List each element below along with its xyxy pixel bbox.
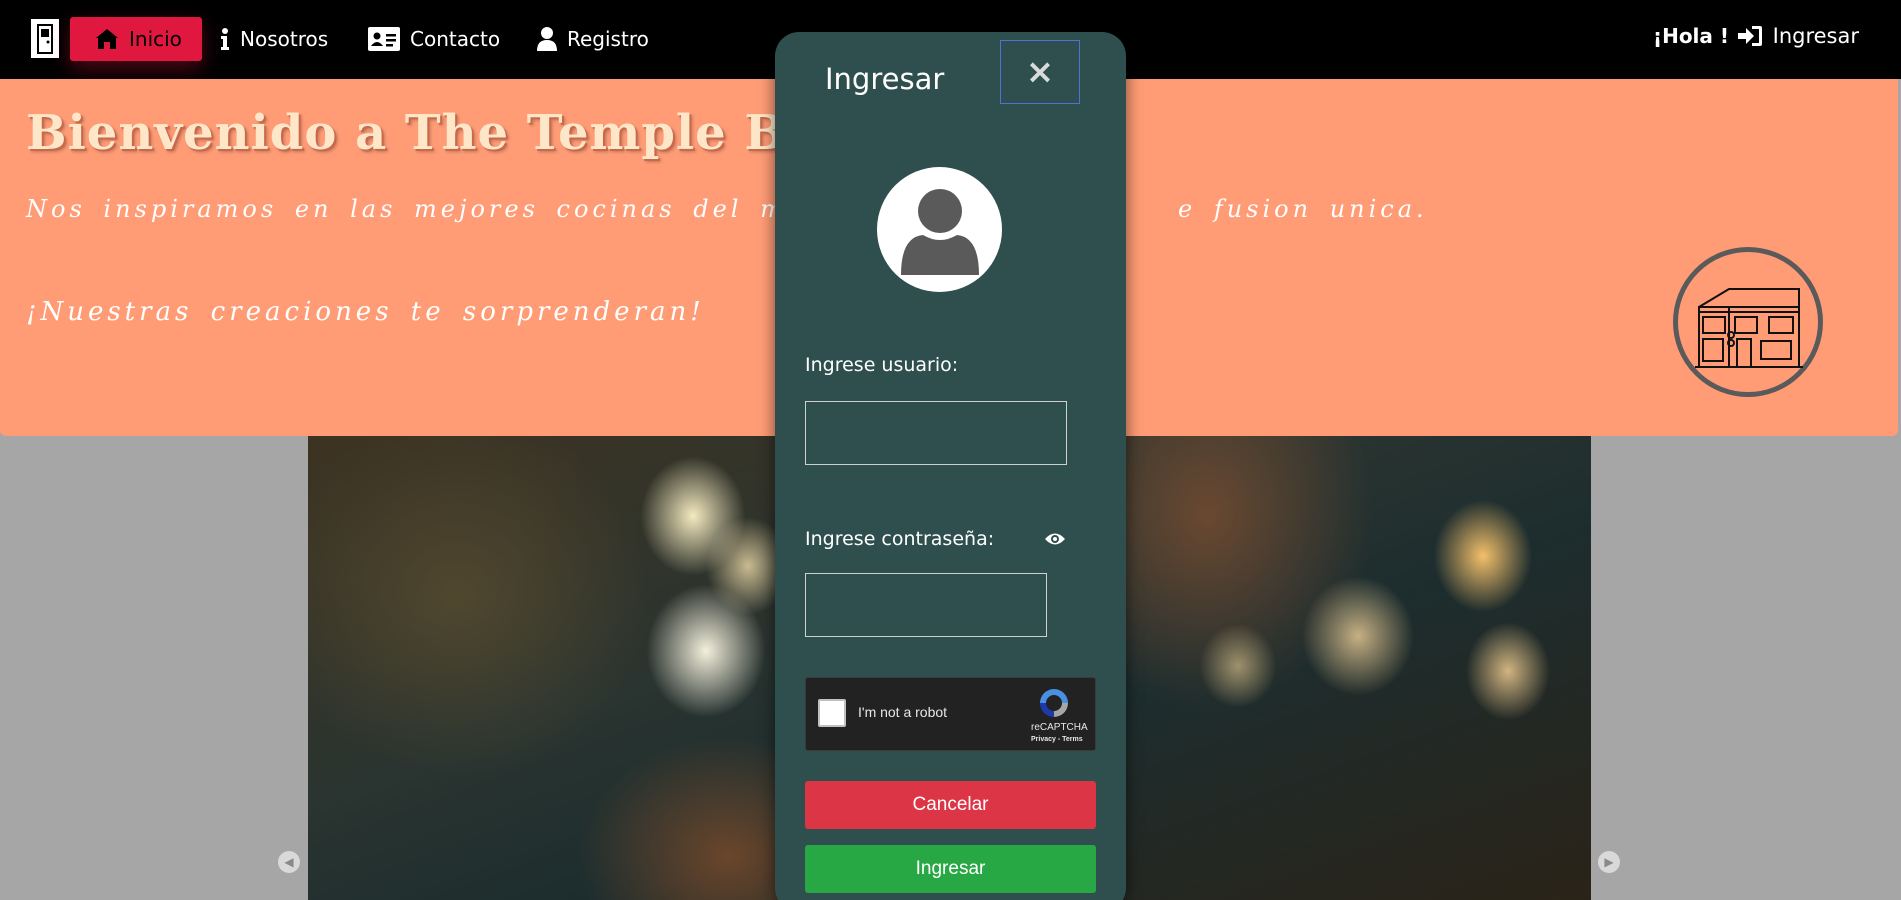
- eye-icon[interactable]: [1044, 531, 1066, 547]
- login-label: Ingresar: [1772, 24, 1859, 48]
- nav-item-nosotros[interactable]: Nosotros: [220, 17, 328, 61]
- bar-logo: [1673, 247, 1823, 397]
- nav-item-label: Nosotros: [240, 27, 329, 51]
- modal-title: Ingresar: [825, 62, 945, 96]
- temple-door-logo-icon[interactable]: [30, 18, 60, 59]
- cancel-button[interactable]: Cancelar: [805, 781, 1096, 829]
- nav-item-registro[interactable]: Registro: [537, 17, 649, 61]
- nav-item-inicio[interactable]: Inicio: [70, 17, 202, 61]
- recaptcha-widget: I'm not a robot reCAPTCHA Privacy - Term…: [805, 677, 1096, 751]
- carousel-prev-icon[interactable]: ◀: [278, 851, 300, 873]
- recaptcha-brand: reCAPTCHA: [1031, 722, 1088, 733]
- hero-tagline: ¡Nuestras creaciones te sorprenderan!: [26, 297, 705, 327]
- hero-title: Bienvenido a The Temple Bar: [26, 105, 845, 161]
- password-input[interactable]: [805, 573, 1047, 637]
- submit-login-button[interactable]: Ingresar: [805, 845, 1096, 893]
- nav-item-label: Contacto: [410, 27, 501, 51]
- close-button-focus-frame: [1000, 40, 1080, 104]
- carousel-next-icon[interactable]: ▶: [1598, 851, 1620, 873]
- username-input[interactable]: [805, 401, 1067, 465]
- hero-subtitle-tail: e fusion unica.: [1178, 195, 1428, 223]
- nav-item-label: Inicio: [129, 27, 182, 51]
- user-avatar-icon: [900, 188, 979, 275]
- sign-in-icon: [1737, 26, 1762, 46]
- greeting-text: ¡Hola !: [1652, 24, 1729, 48]
- recaptcha-checkbox[interactable]: [818, 699, 846, 727]
- recaptcha-privacy-terms-link[interactable]: Privacy - Terms: [1031, 736, 1083, 743]
- username-label: Ingrese usuario:: [805, 354, 959, 376]
- nav-item-contacto[interactable]: Contacto: [368, 17, 500, 61]
- login-modal: Ingresar × Ingrese usuario: Ingrese cont…: [775, 32, 1126, 900]
- home-icon: [96, 29, 118, 49]
- password-label: Ingrese contraseña:: [805, 528, 995, 550]
- recaptcha-text: I'm not a robot: [858, 704, 948, 720]
- avatar: [877, 167, 1002, 292]
- recaptcha-logo-icon: [1040, 689, 1068, 717]
- info-icon: [221, 28, 229, 50]
- storefront-icon: [1694, 288, 1803, 368]
- user-icon: [537, 27, 557, 51]
- nav-item-label: Registro: [567, 27, 649, 51]
- address-card-icon: [368, 27, 400, 51]
- login-link[interactable]: Ingresar: [1737, 24, 1859, 48]
- close-button[interactable]: ×: [1000, 40, 1080, 104]
